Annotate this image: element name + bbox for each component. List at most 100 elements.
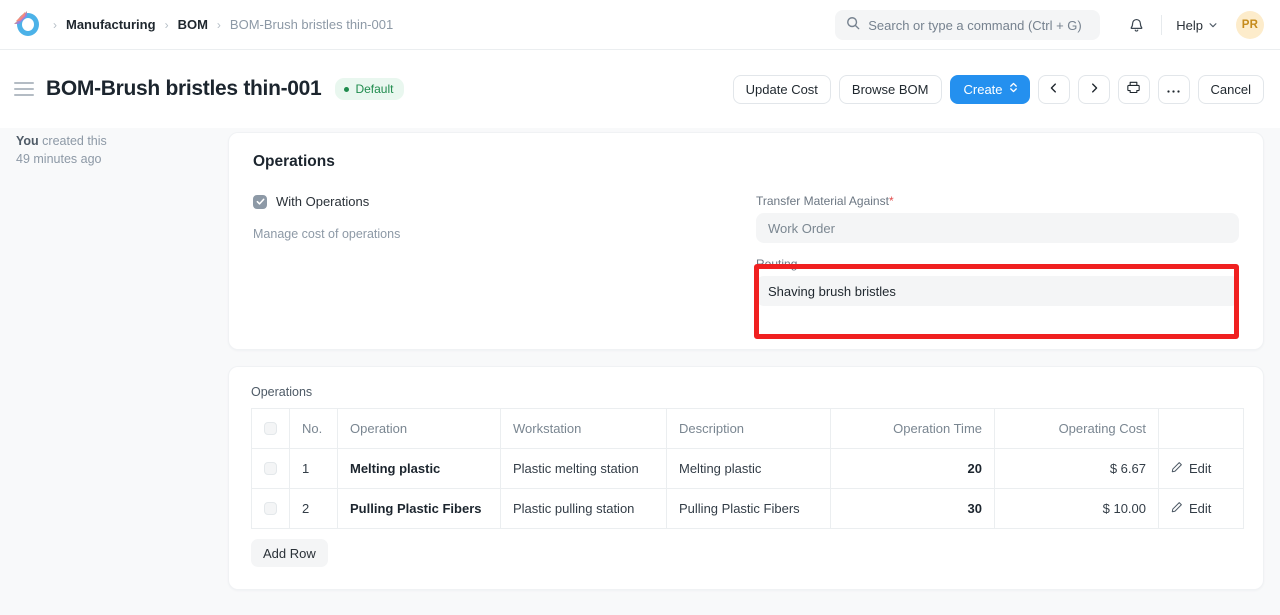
- created-timestamp: 49 minutes ago: [16, 150, 216, 168]
- required-marker: *: [889, 194, 894, 208]
- hamburger-menu-icon[interactable]: [14, 78, 34, 100]
- row-checkbox[interactable]: [264, 462, 277, 475]
- breadcrumb-item-bom[interactable]: BOM: [173, 15, 213, 34]
- more-actions-button[interactable]: [1158, 75, 1190, 104]
- page-header: BOM-Brush bristles thin-001 Default Upda…: [0, 50, 1280, 128]
- breadcrumb-separator: ›: [51, 18, 59, 32]
- chevron-down-icon: [1208, 18, 1218, 33]
- cell-workstation[interactable]: Plastic pulling station: [501, 489, 667, 529]
- cancel-button[interactable]: Cancel: [1198, 75, 1264, 104]
- search-input[interactable]: [868, 18, 1089, 33]
- transfer-material-input[interactable]: Work Order: [756, 213, 1239, 243]
- cell-operating-cost[interactable]: $ 10.00: [995, 489, 1159, 529]
- cell-operation-time[interactable]: 30: [831, 489, 995, 529]
- cell-no: 1: [290, 449, 338, 489]
- create-button-label: Create: [964, 82, 1003, 97]
- with-operations-checkbox[interactable]: [253, 195, 267, 209]
- pencil-icon: [1171, 461, 1183, 476]
- next-record-button[interactable]: [1078, 75, 1110, 104]
- add-row-button[interactable]: Add Row: [251, 539, 328, 567]
- cell-operation[interactable]: Melting plastic: [338, 449, 501, 489]
- cell-description[interactable]: Melting plastic: [667, 449, 831, 489]
- transfer-material-label-text: Transfer Material Against: [756, 194, 889, 208]
- browse-bom-button[interactable]: Browse BOM: [839, 75, 942, 104]
- status-badge-label: Default: [355, 82, 393, 96]
- search-icon: [846, 16, 860, 35]
- created-by-line: You created this: [16, 132, 216, 150]
- navbar-right-group: Help PR: [835, 0, 1264, 50]
- operations-grid-card: Operations No. Operation Workstation Des…: [228, 366, 1264, 590]
- column-header-workstation[interactable]: Workstation: [501, 409, 667, 449]
- column-header-edit: [1159, 409, 1244, 449]
- operations-card: Operations With Operations Manage cost o…: [228, 132, 1264, 350]
- edit-row-label: Edit: [1189, 501, 1211, 516]
- page-actions: Update Cost Browse BOM Create: [733, 50, 1264, 128]
- breadcrumb-separator: ›: [163, 18, 171, 32]
- bell-icon[interactable]: [1118, 13, 1155, 38]
- routing-input[interactable]: Shaving brush bristles: [756, 276, 1239, 306]
- check-icon: [256, 197, 265, 206]
- transfer-material-field: Transfer Material Against* Work Order: [756, 194, 1239, 243]
- frappe-logo-icon[interactable]: [14, 11, 41, 38]
- chevron-right-icon: [1088, 82, 1100, 97]
- table-row[interactable]: 2 Pulling Plastic Fibers Plastic pulling…: [252, 489, 1244, 529]
- cell-workstation[interactable]: Plastic melting station: [501, 449, 667, 489]
- prev-record-button[interactable]: [1038, 75, 1070, 104]
- select-all-checkbox[interactable]: [264, 422, 277, 435]
- operations-right-column: Transfer Material Against* Work Order Ro…: [746, 194, 1239, 320]
- page-body: You created this 49 minutes ago Operatio…: [0, 128, 1280, 615]
- pencil-icon: [1171, 501, 1183, 516]
- edit-row-button[interactable]: Edit: [1171, 461, 1211, 476]
- logo-ring: [17, 13, 39, 36]
- breadcrumb-item-current: BOM-Brush bristles thin-001: [225, 15, 398, 34]
- with-operations-row[interactable]: With Operations: [253, 194, 746, 209]
- column-header-description[interactable]: Description: [667, 409, 831, 449]
- cell-description[interactable]: Pulling Plastic Fibers: [667, 489, 831, 529]
- cell-operation-time[interactable]: 20: [831, 449, 995, 489]
- printer-icon: [1126, 80, 1141, 98]
- table-header-row: No. Operation Workstation Description Op…: [252, 409, 1244, 449]
- help-label: Help: [1176, 18, 1203, 33]
- chevron-up-down-icon: [1009, 81, 1018, 97]
- operations-section-title: Operations: [253, 153, 1239, 171]
- with-operations-label: With Operations: [276, 194, 369, 209]
- update-cost-button[interactable]: Update Cost: [733, 75, 831, 104]
- column-header-no[interactable]: No.: [290, 409, 338, 449]
- breadcrumb-item-manufacturing[interactable]: Manufacturing: [61, 15, 161, 34]
- navbar-divider: [1161, 15, 1162, 35]
- edit-row-button[interactable]: Edit: [1171, 501, 1211, 516]
- routing-label: Routing: [756, 257, 1239, 271]
- operations-hint: Manage cost of operations: [253, 227, 746, 241]
- column-header-operation-time[interactable]: Operation Time: [831, 409, 995, 449]
- select-all-header: [252, 409, 290, 449]
- table-row[interactable]: 1 Melting plastic Plastic melting statio…: [252, 449, 1244, 489]
- row-select-cell: [252, 489, 290, 529]
- search-box[interactable]: [835, 10, 1100, 40]
- print-button[interactable]: [1118, 75, 1150, 104]
- edit-row-label: Edit: [1189, 461, 1211, 476]
- cell-edit: Edit: [1159, 449, 1244, 489]
- ellipsis-icon: [1166, 82, 1181, 97]
- cell-edit: Edit: [1159, 489, 1244, 529]
- help-menu[interactable]: Help: [1168, 14, 1226, 37]
- operations-grid-label: Operations: [251, 385, 1241, 399]
- cell-no: 2: [290, 489, 338, 529]
- row-checkbox[interactable]: [264, 502, 277, 515]
- breadcrumb: › Manufacturing › BOM › BOM-Brush bristl…: [51, 15, 398, 34]
- create-button[interactable]: Create: [950, 75, 1030, 104]
- form-content: Operations With Operations Manage cost o…: [228, 132, 1264, 590]
- cell-operation[interactable]: Pulling Plastic Fibers: [338, 489, 501, 529]
- created-by-user: You: [16, 134, 39, 148]
- chevron-left-icon: [1048, 82, 1060, 97]
- routing-field: Routing Shaving brush bristles: [756, 257, 1239, 306]
- operations-left-column: With Operations Manage cost of operation…: [253, 194, 746, 320]
- row-select-cell: [252, 449, 290, 489]
- operations-columns: With Operations Manage cost of operation…: [253, 194, 1239, 320]
- cell-operating-cost[interactable]: $ 6.67: [995, 449, 1159, 489]
- created-by-text: created this: [42, 134, 107, 148]
- status-dot-icon: [344, 87, 349, 92]
- column-header-operating-cost[interactable]: Operating Cost: [995, 409, 1159, 449]
- activity-sidebar: You created this 49 minutes ago: [16, 132, 216, 168]
- column-header-operation[interactable]: Operation: [338, 409, 501, 449]
- avatar[interactable]: PR: [1236, 11, 1264, 39]
